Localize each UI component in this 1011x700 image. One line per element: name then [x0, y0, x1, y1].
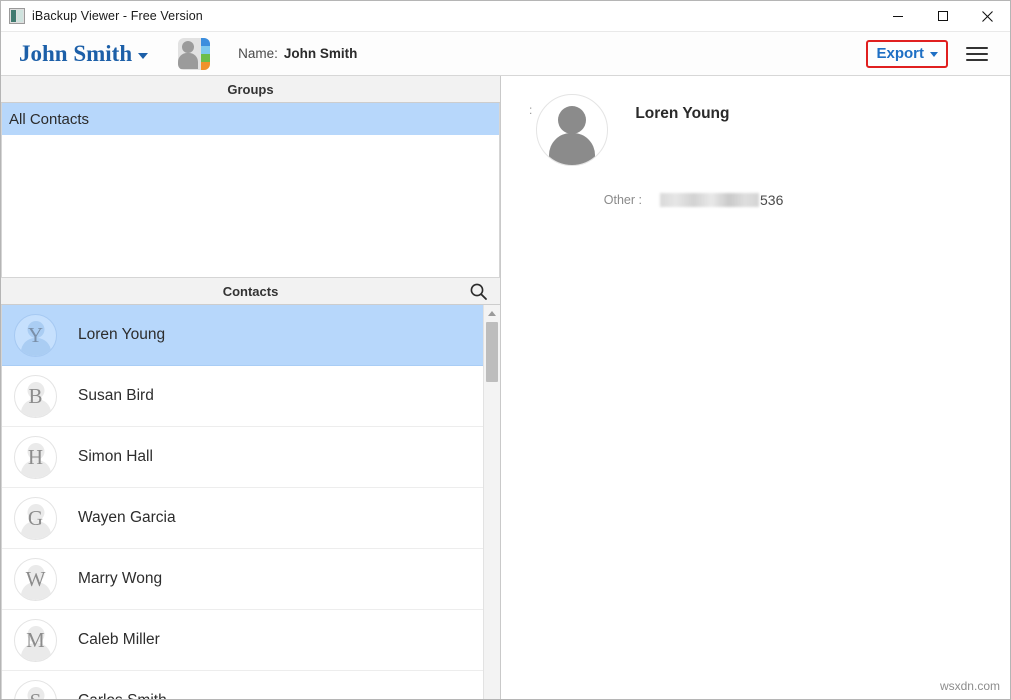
detail-header: : Loren Young [501, 76, 1010, 166]
contacts-header-label: Contacts [222, 283, 279, 299]
person-placeholder-avatar [536, 94, 609, 166]
detail-field-value: 536 [660, 192, 783, 208]
window-title: iBackup Viewer - Free Version [32, 9, 203, 23]
scroll-up-arrow-icon[interactable] [484, 305, 500, 322]
avatar-initial: M [26, 627, 45, 652]
groups-header-label: Groups [227, 81, 274, 97]
avatar: M [14, 618, 57, 662]
contacts-body: Y Loren Young B Susan Bird H Simon Hall … [1, 305, 500, 699]
name-value: John Smith [283, 46, 358, 61]
chevron-down-icon [930, 52, 938, 57]
name-label: Name: [238, 46, 278, 61]
scroll-thumb[interactable] [486, 322, 498, 382]
body-area: Groups All Contacts Contacts Y Loren You… [1, 76, 1010, 699]
app-icon-tabs [201, 37, 211, 70]
search-icon[interactable] [469, 282, 488, 301]
contact-row[interactable]: H Simon Hall [2, 427, 483, 488]
account-name-label: John Smith [19, 40, 133, 66]
app-box-icon [9, 8, 25, 24]
scroll-track[interactable] [484, 322, 500, 699]
app-window: iBackup Viewer - Free Version John Smith [0, 0, 1011, 700]
contacts-list: Y Loren Young B Susan Bird H Simon Hall … [2, 305, 483, 699]
contact-row[interactable]: Y Loren Young [2, 305, 483, 366]
window-titlebar: iBackup Viewer - Free Version [1, 1, 1010, 32]
export-button[interactable]: Export [876, 45, 938, 62]
contact-name: Loren Young [78, 326, 166, 343]
contacts-app-icon [178, 37, 211, 70]
contact-row[interactable]: B Susan Bird [2, 366, 483, 427]
left-pane: Groups All Contacts Contacts Y Loren You… [1, 76, 501, 699]
group-item-all-contacts[interactable]: All Contacts [2, 103, 499, 135]
app-icon-body [178, 52, 199, 69]
watermark: wsxdn.com [939, 679, 1000, 693]
contact-row[interactable]: W Marry Wong [2, 549, 483, 610]
contact-name: Simon Hall [78, 448, 153, 465]
close-icon[interactable] [965, 1, 1010, 32]
app-header: John Smith Name: John Smith Export [1, 32, 1010, 76]
groups-pane-header: Groups [1, 76, 500, 103]
detail-colon-mark: : [529, 103, 533, 117]
avatar: B [14, 374, 57, 418]
avatar-initial: B [28, 383, 43, 408]
contact-row[interactable]: M Caleb Miller [2, 610, 483, 671]
avatar-initial: Y [27, 322, 44, 347]
avatar: W [14, 557, 57, 601]
contacts-scrollbar[interactable] [483, 305, 500, 699]
chevron-down-icon [138, 53, 149, 59]
window-controls [875, 1, 1010, 32]
redacted-value-blur [660, 193, 759, 207]
minimize-icon[interactable] [875, 1, 920, 32]
contact-name: Carlos Smith [78, 692, 167, 699]
avatar: Y [14, 313, 57, 357]
group-item-label: All Contacts [9, 110, 90, 128]
export-button-label: Export [876, 44, 924, 62]
detail-field-other: Other : 536 [501, 192, 1010, 208]
contacts-pane-header: Contacts [1, 278, 500, 305]
contact-name: Wayen Garcia [78, 509, 176, 526]
export-highlight-box: Export [866, 39, 948, 68]
avatar-initial: H [27, 444, 44, 469]
maximize-icon[interactable] [920, 1, 965, 32]
avatar-initial: S [15, 681, 56, 700]
header-actions: Export [866, 39, 996, 68]
avatar: S [14, 679, 57, 700]
contact-row[interactable]: S Carlos Smith [2, 671, 483, 699]
contact-name: Susan Bird [78, 387, 154, 404]
hamburger-menu-icon[interactable] [966, 46, 988, 61]
account-name-field: Name: John Smith [238, 46, 357, 61]
app-icon-head [182, 40, 195, 53]
account-switcher[interactable]: John Smith [19, 40, 149, 67]
contact-name: Marry Wong [78, 570, 163, 587]
groups-list: All Contacts [1, 103, 500, 278]
avatar-initial: W [25, 566, 46, 591]
avatar: H [14, 435, 57, 479]
avatar-initial: G [27, 505, 44, 530]
contact-name: Caleb Miller [78, 631, 160, 648]
detail-field-label: Other : [603, 193, 642, 207]
redacted-value-tail: 536 [760, 192, 784, 208]
avatar: G [14, 496, 57, 540]
contacts-section: Contacts Y Loren Young B Susan Bird H Si… [1, 278, 500, 699]
contact-detail-pane: : Loren Young Other : 536 wsxdn.com [501, 76, 1010, 699]
contact-row[interactable]: G Wayen Garcia [2, 488, 483, 549]
detail-contact-name: Loren Young [635, 105, 730, 122]
